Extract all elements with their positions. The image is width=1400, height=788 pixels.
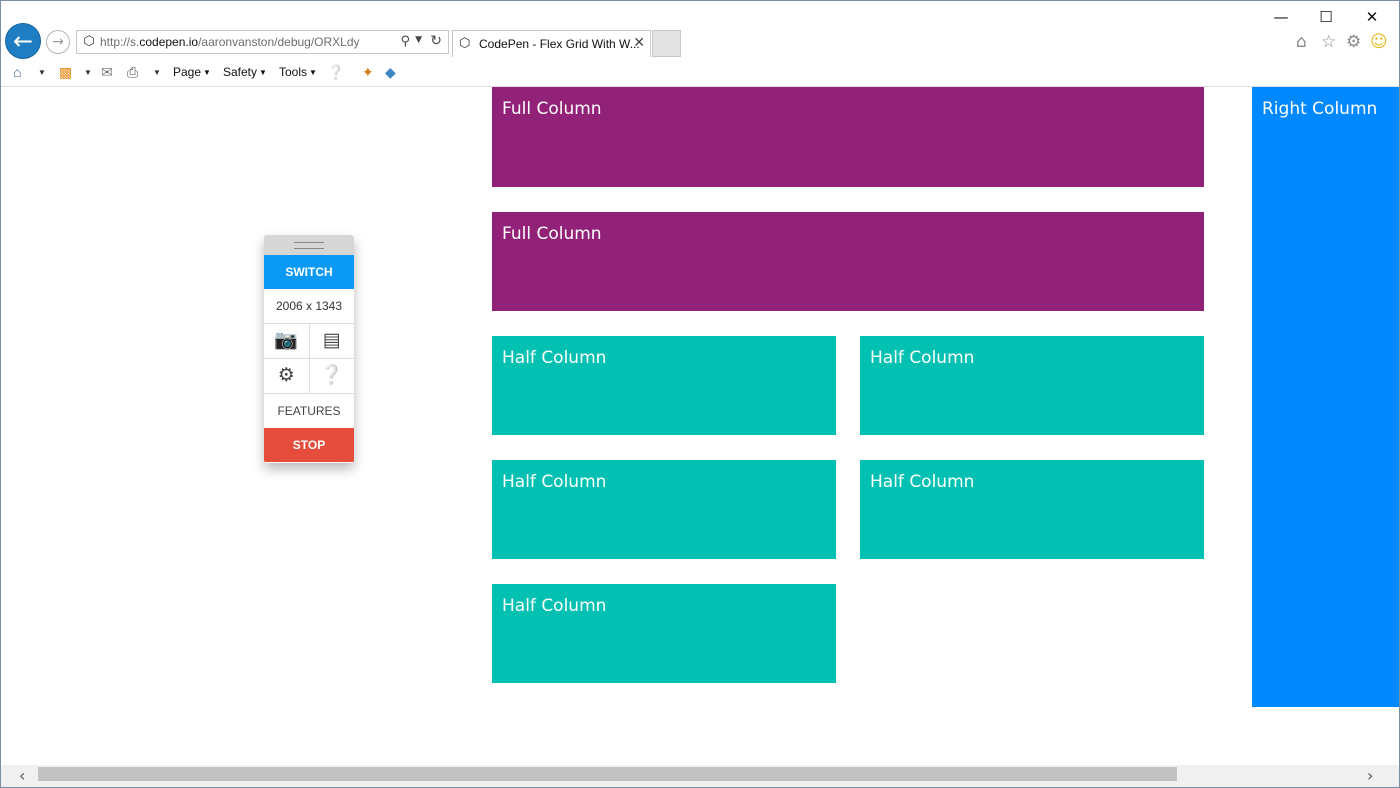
- compat-view-icon[interactable]: ◆: [385, 64, 396, 81]
- features-button[interactable]: FEATURES: [264, 394, 354, 428]
- search-icon[interactable]: ⚲: [400, 34, 410, 49]
- half-column-1: Half Column: [492, 336, 836, 435]
- minimize-button[interactable]: —: [1269, 7, 1293, 27]
- gear-icon[interactable]: ⚙: [1346, 32, 1361, 52]
- maximize-button[interactable]: ☐: [1314, 7, 1338, 27]
- camera-icon[interactable]: 📷: [264, 324, 310, 358]
- chevron-down-icon[interactable]: ▼: [153, 68, 161, 77]
- home-icon[interactable]: ⌂: [13, 64, 21, 80]
- chevron-down-icon[interactable]: ▼: [84, 68, 92, 77]
- debug-panel: SWITCH 2006 x 1343 📷 ▤ ⚙ ❔ FEATURES STOP: [264, 235, 354, 463]
- full-column-1: Full Column: [492, 87, 1204, 187]
- right-column-label: Right Column: [1262, 99, 1378, 119]
- help-icon[interactable]: ❔: [310, 359, 355, 393]
- tab-codepen[interactable]: ⬡ CodePen - Flex Grid With W... ✕: [452, 30, 651, 57]
- stop-button[interactable]: STOP: [264, 428, 354, 462]
- page-viewport: Full Column Full Column Half Column Half…: [1, 87, 1399, 765]
- gear-icon[interactable]: ⚙: [264, 359, 310, 393]
- scroll-right-icon[interactable]: ›: [1367, 766, 1373, 785]
- scroll-left-icon[interactable]: ‹: [19, 766, 25, 785]
- addon-icon[interactable]: ✦: [362, 64, 374, 81]
- page-menu[interactable]: Page ▼: [173, 65, 211, 79]
- rss-feed-icon[interactable]: ▩: [59, 64, 72, 81]
- chevron-down-icon[interactable]: ▼: [415, 35, 422, 45]
- command-bar: ⌂ ▼ ▩ ▼ ✉ ⎙ ▼ Page ▼ Safety ▼ Tools ▼ ❔ ✦ ◆: [1, 59, 1399, 87]
- full-column-label: Full Column: [502, 224, 602, 244]
- switch-button[interactable]: SWITCH: [264, 255, 354, 289]
- title-bar: ← → ⬡ http://s.codepen.io/aaronvanston/d…: [1, 1, 1399, 59]
- gallery-icon[interactable]: ▤: [310, 324, 355, 358]
- smiley-feedback-icon[interactable]: ☺: [1370, 32, 1388, 52]
- right-column: Right Column: [1252, 87, 1399, 707]
- tab-label: CodePen - Flex Grid With W...: [479, 37, 640, 51]
- home-icon[interactable]: ⌂: [1296, 32, 1307, 52]
- read-mail-icon[interactable]: ✉: [101, 64, 113, 81]
- drag-handle[interactable]: [264, 235, 354, 255]
- half-column-5: Half Column: [492, 584, 836, 683]
- address-url[interactable]: http://s.codepen.io/aaronvanston/debug/O…: [100, 35, 360, 49]
- half-column-label: Half Column: [870, 348, 975, 368]
- full-column-label: Full Column: [502, 99, 602, 119]
- half-column-label: Half Column: [870, 472, 975, 492]
- full-column-2: Full Column: [492, 212, 1204, 311]
- half-column-label: Half Column: [502, 472, 607, 492]
- address-bar[interactable]: ⬡ http://s.codepen.io/aaronvanston/debug…: [76, 30, 449, 54]
- half-column-2: Half Column: [860, 336, 1204, 435]
- tools-menu[interactable]: Tools ▼: [279, 65, 317, 79]
- refresh-icon[interactable]: ↻: [430, 33, 442, 49]
- favorites-star-icon[interactable]: ☆: [1321, 32, 1336, 52]
- viewport-dimensions: 2006 x 1343: [264, 289, 354, 324]
- back-button[interactable]: ←: [5, 23, 41, 59]
- help-icon[interactable]: ❔: [327, 64, 344, 81]
- codepen-icon: ⬡: [459, 36, 471, 51]
- safety-menu[interactable]: Safety ▼: [223, 65, 267, 79]
- half-column-4: Half Column: [860, 460, 1204, 559]
- window-close-button[interactable]: ✕: [1360, 7, 1384, 27]
- new-tab-button[interactable]: [652, 30, 681, 57]
- chevron-down-icon[interactable]: ▼: [38, 68, 46, 77]
- forward-button[interactable]: →: [46, 30, 70, 54]
- close-icon[interactable]: ✕: [633, 35, 645, 51]
- half-column-label: Half Column: [502, 596, 607, 616]
- half-column-3: Half Column: [492, 460, 836, 559]
- codepen-icon: ⬡: [83, 34, 95, 49]
- scrollbar-thumb[interactable]: [38, 767, 1177, 781]
- print-icon[interactable]: ⎙: [127, 64, 138, 81]
- horizontal-scrollbar[interactable]: ‹ ›: [1, 765, 1399, 787]
- half-column-label: Half Column: [502, 348, 607, 368]
- browser-window: ← → ⬡ http://s.codepen.io/aaronvanston/d…: [0, 0, 1400, 788]
